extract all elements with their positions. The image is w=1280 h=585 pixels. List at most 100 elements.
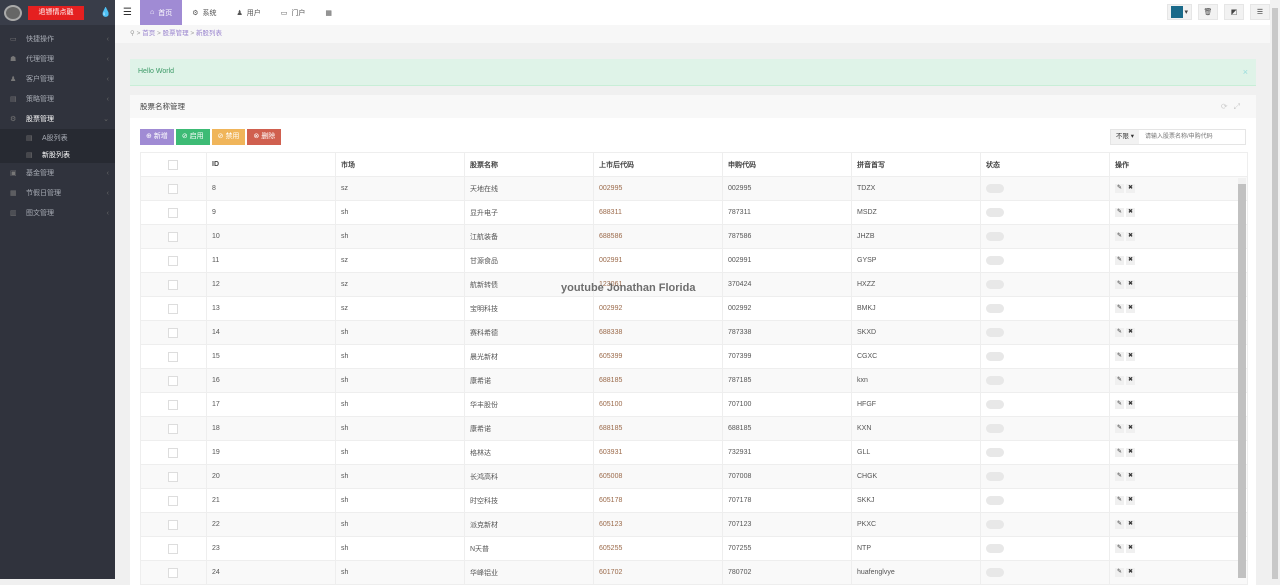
delete-icon[interactable]: ✖: [1126, 280, 1135, 289]
status-toggle[interactable]: [986, 568, 1004, 577]
add-button[interactable]: ⊕ 新增: [140, 129, 174, 145]
status-toggle[interactable]: [986, 232, 1004, 241]
delete-icon[interactable]: ✖: [1126, 496, 1135, 505]
status-toggle[interactable]: [986, 280, 1004, 289]
search-input[interactable]: [1139, 130, 1245, 144]
edit-icon[interactable]: ✎: [1115, 376, 1124, 385]
delete-icon[interactable]: ✖: [1126, 544, 1135, 553]
column-header[interactable]: ID: [206, 152, 336, 177]
edit-icon[interactable]: ✎: [1115, 328, 1124, 337]
close-icon[interactable]: ×: [1243, 59, 1248, 85]
status-toggle[interactable]: [986, 328, 1004, 337]
edit-icon[interactable]: ✎: [1115, 520, 1124, 529]
tab-user[interactable]: ♟ 用户: [227, 0, 271, 25]
delete-icon[interactable]: ✖: [1126, 568, 1135, 577]
edit-icon[interactable]: ✎: [1115, 352, 1124, 361]
edit-icon[interactable]: ✎: [1115, 496, 1124, 505]
edit-icon[interactable]: ✎: [1115, 208, 1124, 217]
delete-icon[interactable]: ✖: [1126, 256, 1135, 265]
status-toggle[interactable]: [986, 424, 1004, 433]
row-checkbox[interactable]: [168, 447, 178, 458]
row-checkbox[interactable]: [168, 279, 178, 290]
sidebar-item-6[interactable]: ▦ 节假日管理 ‹: [0, 183, 115, 203]
edit-icon[interactable]: ✎: [1115, 448, 1124, 457]
edit-icon[interactable]: ✎: [1115, 256, 1124, 265]
status-toggle[interactable]: [986, 184, 1004, 193]
delete-icon[interactable]: ✖: [1126, 448, 1135, 457]
status-toggle[interactable]: [986, 208, 1004, 217]
sidebar-item-1[interactable]: ☗ 代理管理 ‹: [0, 49, 115, 69]
delete-icon[interactable]: ✖: [1126, 376, 1135, 385]
delete-icon[interactable]: ✖: [1126, 352, 1135, 361]
trash-icon[interactable]: 🗑: [1198, 4, 1218, 20]
column-header[interactable]: 状态: [980, 152, 1110, 177]
delete-icon[interactable]: ✖: [1126, 328, 1135, 337]
row-checkbox[interactable]: [168, 495, 178, 506]
sidebar-item-4[interactable]: ⚙ 股票管理 ⌄: [0, 109, 115, 129]
fullscreen-icon[interactable]: ◩: [1224, 4, 1244, 20]
user-avatar-dropdown[interactable]: ▾: [1166, 4, 1192, 20]
delete-icon[interactable]: ✖: [1126, 472, 1135, 481]
delete-icon[interactable]: ✖: [1126, 232, 1135, 241]
status-toggle[interactable]: [986, 520, 1004, 529]
status-toggle[interactable]: [986, 400, 1004, 409]
market-filter-select[interactable]: 不限 ▾: [1110, 130, 1139, 144]
status-toggle[interactable]: [986, 376, 1004, 385]
enable-button[interactable]: ⊘ 启用: [175, 129, 210, 145]
row-checkbox[interactable]: [168, 567, 178, 578]
delete-icon[interactable]: ✖: [1126, 184, 1135, 193]
sidebar-item-0[interactable]: ▭ 快捷操作 ‹: [0, 29, 115, 49]
delete-icon[interactable]: ✖: [1126, 520, 1135, 529]
status-toggle[interactable]: [986, 472, 1004, 481]
row-checkbox[interactable]: [168, 399, 178, 410]
delete-icon[interactable]: ✖: [1126, 400, 1135, 409]
row-checkbox[interactable]: [168, 303, 178, 314]
row-checkbox[interactable]: [168, 519, 178, 530]
row-checkbox[interactable]: [168, 351, 178, 362]
apps-grid-icon[interactable]: ▦: [315, 0, 342, 25]
logo[interactable]: 退镖情点融 💧: [0, 0, 115, 25]
sidebar-item-3[interactable]: ▤ 策略管理 ‹: [0, 89, 115, 109]
edit-icon[interactable]: ✎: [1115, 544, 1124, 553]
row-checkbox[interactable]: [168, 255, 178, 266]
edit-icon[interactable]: ✎: [1115, 424, 1124, 433]
edit-icon[interactable]: ✎: [1115, 568, 1124, 577]
sidebar-item-7[interactable]: ▥ 图文管理 ‹: [0, 203, 115, 223]
row-checkbox[interactable]: [168, 207, 178, 218]
disable-button[interactable]: ⊘ 禁用: [211, 129, 246, 145]
row-checkbox[interactable]: [168, 543, 178, 554]
status-toggle[interactable]: [986, 544, 1004, 553]
column-header[interactable]: 申购代码: [722, 152, 852, 177]
column-header[interactable]: 拼音首写: [851, 152, 981, 177]
edit-icon[interactable]: ✎: [1115, 232, 1124, 241]
delete-icon[interactable]: ✖: [1126, 304, 1135, 313]
status-toggle[interactable]: [986, 304, 1004, 313]
column-header[interactable]: 股票名称: [464, 152, 594, 177]
status-toggle[interactable]: [986, 256, 1004, 265]
delete-icon[interactable]: ✖: [1126, 208, 1135, 217]
submenu-item-0[interactable]: ▤ A股列表: [0, 129, 115, 146]
tab-home[interactable]: ⌂ 首页: [140, 0, 183, 25]
edit-icon[interactable]: ✎: [1115, 304, 1124, 313]
row-checkbox[interactable]: [168, 423, 178, 434]
delete-icon[interactable]: ✖: [1126, 424, 1135, 433]
row-checkbox[interactable]: [168, 471, 178, 482]
edit-icon[interactable]: ✎: [1115, 400, 1124, 409]
row-checkbox[interactable]: [168, 327, 178, 338]
refresh-icon[interactable]: ⟳: [1221, 102, 1234, 111]
tab-portal[interactable]: ▭ 门户: [271, 0, 316, 25]
edit-icon[interactable]: ✎: [1115, 280, 1124, 289]
status-toggle[interactable]: [986, 448, 1004, 457]
breadcrumb-current[interactable]: 新股列表: [196, 30, 222, 37]
page-scrollbar[interactable]: [1270, 0, 1280, 579]
column-header[interactable]: 市场: [335, 152, 465, 177]
sidebar-item-5[interactable]: ▣ 基金管理 ‹: [0, 163, 115, 183]
breadcrumb-stock[interactable]: 股票管理: [163, 30, 189, 37]
tab-system[interactable]: ⚙ 系统: [182, 0, 226, 25]
row-checkbox[interactable]: [168, 375, 178, 386]
select-all-checkbox[interactable]: [168, 159, 178, 170]
column-header[interactable]: 上市后代码: [593, 152, 723, 177]
sidebar-item-2[interactable]: ♟ 客户管理 ‹: [0, 69, 115, 89]
expand-icon[interactable]: ⤢: [1234, 102, 1246, 111]
theme-drop-icon[interactable]: 💧: [100, 7, 111, 18]
